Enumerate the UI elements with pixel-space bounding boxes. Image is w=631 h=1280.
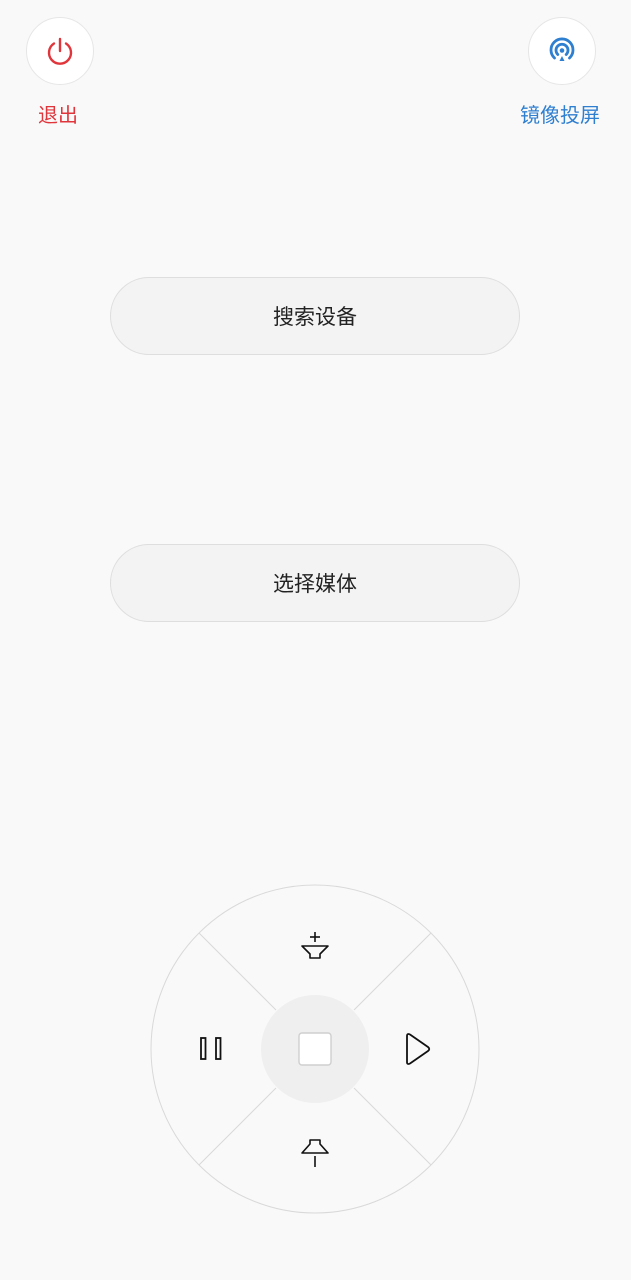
screen-mirror-label: 镜像投屏 [520,103,600,127]
cast-signal-icon [549,37,575,61]
pause-button[interactable] [180,1014,250,1084]
volume-down-button[interactable] [280,1116,350,1186]
search-devices-button[interactable]: 搜索设备 [110,277,520,355]
play-button[interactable] [380,1014,450,1084]
select-media-button[interactable]: 选择媒体 [110,544,520,622]
exit-label: 退出 [38,103,78,127]
screen-mirror-button[interactable] [528,17,596,85]
stop-button[interactable] [261,995,369,1103]
exit-button[interactable] [26,17,94,85]
volume-up-button[interactable] [280,914,350,984]
stop-icon [298,1032,332,1066]
remote-control-pad [150,884,480,1214]
power-icon [47,37,73,65]
